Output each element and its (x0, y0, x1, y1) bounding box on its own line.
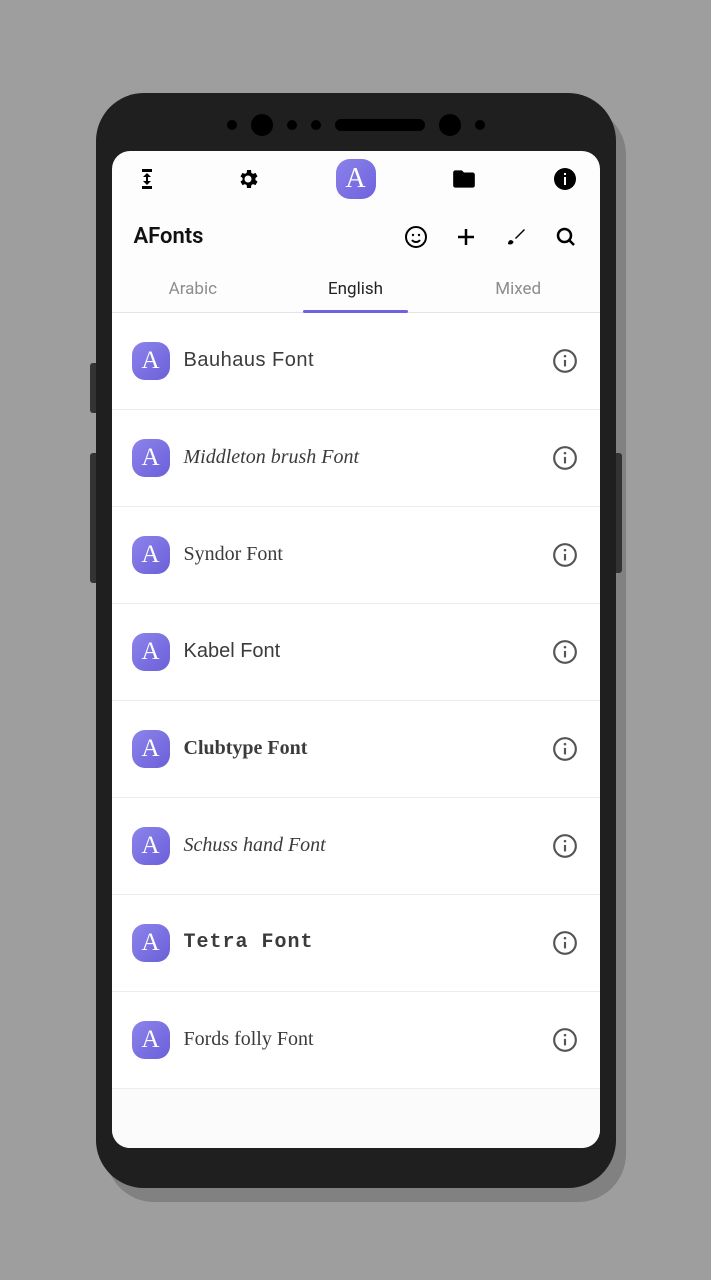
font-badge-icon: A (132, 924, 170, 962)
font-badge-icon: A (132, 439, 170, 477)
page-title: AFonts (134, 224, 404, 249)
phone-notch (96, 111, 616, 139)
info-icon[interactable] (552, 445, 578, 471)
phone-side-button (90, 453, 96, 583)
title-bar: AFonts (112, 207, 600, 267)
font-name: Clubtype Font (184, 737, 552, 760)
font-badge-icon: A (132, 633, 170, 671)
tab-mixed[interactable]: Mixed (437, 267, 600, 312)
top-icon-bar: A (112, 151, 600, 207)
tab-english[interactable]: English (274, 267, 437, 312)
tab-arabic[interactable]: Arabic (112, 267, 275, 312)
dev-mode-icon[interactable] (134, 166, 160, 192)
font-name: Tetra Font (184, 931, 552, 954)
list-item[interactable]: A Fords folly Font (112, 992, 600, 1089)
list-item[interactable]: A Tetra Font (112, 895, 600, 992)
font-badge-icon: A (132, 1021, 170, 1059)
font-name: Syndor Font (184, 543, 552, 566)
font-list: A Bauhaus Font A Middleton brush Font A … (112, 313, 600, 1148)
font-badge-icon: A (132, 827, 170, 865)
info-icon[interactable] (552, 930, 578, 956)
add-icon[interactable] (454, 225, 478, 249)
phone-side-button (616, 453, 622, 573)
info-icon[interactable] (552, 542, 578, 568)
list-item[interactable]: A Schuss hand Font (112, 798, 600, 895)
list-item[interactable]: A Middleton brush Font (112, 410, 600, 507)
list-item[interactable]: A Syndor Font (112, 507, 600, 604)
phone-side-button (90, 363, 96, 413)
info-icon[interactable] (552, 736, 578, 762)
font-name: Kabel Font (184, 640, 552, 663)
font-name: Bauhaus Font (184, 349, 552, 372)
list-item[interactable]: A Bauhaus Font (112, 313, 600, 410)
font-badge-icon: A (132, 730, 170, 768)
info-icon[interactable] (552, 348, 578, 374)
title-actions (404, 225, 578, 249)
about-icon[interactable] (552, 166, 578, 192)
font-badge-icon: A (132, 536, 170, 574)
emoji-icon[interactable] (404, 225, 428, 249)
search-icon[interactable] (554, 225, 578, 249)
info-icon[interactable] (552, 639, 578, 665)
app-screen: A AFonts (112, 151, 600, 1148)
folder-icon[interactable] (451, 166, 477, 192)
list-item[interactable]: A Clubtype Font (112, 701, 600, 798)
settings-icon[interactable] (235, 166, 261, 192)
phone-frame: A AFonts (96, 93, 616, 1188)
font-name: Middleton brush Font (184, 446, 552, 469)
list-item[interactable]: A Kabel Font (112, 604, 600, 701)
tab-bar: Arabic English Mixed (112, 267, 600, 313)
info-icon[interactable] (552, 833, 578, 859)
app-logo[interactable]: A (336, 159, 376, 199)
info-icon[interactable] (552, 1027, 578, 1053)
font-name: Schuss hand Font (184, 834, 552, 857)
font-badge-icon: A (132, 342, 170, 380)
font-name: Fords folly Font (184, 1028, 552, 1051)
brush-icon[interactable] (504, 225, 528, 249)
